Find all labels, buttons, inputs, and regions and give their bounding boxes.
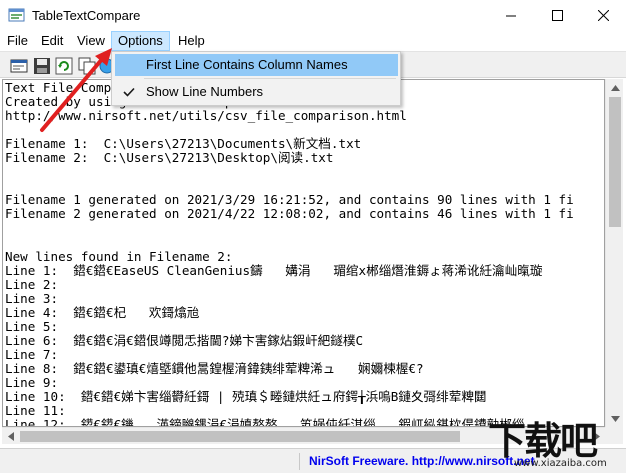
report-line: Filename 2: C:\Users\27213\Desktop\阅读.tx…	[5, 151, 334, 166]
menu-item-label: First Line Contains Column Names	[146, 57, 348, 72]
report-line: Line 3:	[5, 291, 59, 306]
watermark-url: www.xiazaiba.com	[514, 458, 607, 469]
report-line	[5, 236, 604, 250]
menu-file[interactable]: File	[1, 31, 34, 51]
vertical-scroll-thumb[interactable]	[609, 97, 621, 227]
report-line: Line 2:	[5, 277, 59, 292]
report-line	[5, 165, 604, 179]
menu-item-label: Show Line Numbers	[146, 84, 264, 99]
menu-options[interactable]: Options	[111, 31, 170, 51]
status-panel	[0, 453, 300, 470]
menu-item-first-line-column-names[interactable]: First Line Contains Column Names	[115, 54, 398, 76]
scroll-left-arrow-icon[interactable]	[2, 428, 19, 445]
minimize-button[interactable]	[488, 0, 534, 31]
report-line: New lines found in Filename 2:	[5, 249, 233, 264]
menu-item-show-line-numbers[interactable]: Show Line Numbers	[115, 81, 398, 103]
report-line	[5, 123, 604, 137]
report-line: Line 8: 鍣€鍣€鍙瑱€熺墍鏆他暠鍠楃湇鍏銕绯荤粺浠ュ 娴嬭楝楃€?	[5, 361, 424, 376]
report-line	[5, 179, 604, 193]
report-line: Filename 1 generated on 2021/3/29 16:21:…	[5, 193, 574, 208]
checkmark-icon	[121, 81, 137, 103]
scroll-up-arrow-icon[interactable]	[606, 79, 624, 96]
close-button[interactable]	[580, 0, 626, 31]
report-line: Line 4: 鍣€鍣€杞 欢鎶熻兘	[5, 305, 200, 320]
menu-edit[interactable]: Edit	[35, 31, 69, 51]
vertical-scrollbar[interactable]	[605, 79, 623, 427]
watermark-brand: 下载吧	[488, 419, 598, 463]
save-icon[interactable]	[33, 57, 51, 75]
maximize-icon	[551, 10, 563, 21]
report-text-view[interactable]: Text File CompareCreated by using TableT…	[2, 79, 605, 427]
report-line: Line 7:	[5, 347, 59, 362]
menu-help[interactable]: Help	[172, 31, 211, 51]
report-line: Line 9:	[5, 375, 59, 390]
report-line: Filename 1: C:\Users\27213\Documents\新文档…	[5, 137, 362, 152]
window-title: TableTextCompare	[32, 8, 141, 23]
report-line: Line 10: 鍣€鍣€娣卞害缁欎紝鎶 | 殑瑱＄畻鏈烘紝ュ府鍔╁浜嗚B鏈夊彁…	[5, 390, 487, 405]
menu-bar: File Edit View Options Help	[0, 31, 626, 51]
report-line: http://www.nirsoft.net/utils/csv_file_co…	[5, 109, 407, 124]
options-icon[interactable]	[10, 57, 28, 75]
app-icon	[8, 7, 25, 23]
horizontal-scroll-thumb[interactable]	[20, 431, 460, 442]
watermark-logo: 下载吧 www.xiazaiba.com	[488, 410, 626, 473]
menu-separator	[144, 78, 396, 79]
report-line	[5, 221, 604, 235]
close-icon	[597, 10, 609, 21]
report-line: Filename 2 generated on 2021/4/22 12:08:…	[5, 207, 574, 222]
minimize-icon	[505, 15, 516, 17]
title-bar: TableTextCompare	[0, 0, 626, 31]
maximize-button[interactable]	[534, 0, 580, 31]
report-line: Line 1: 鍣€鍣€EaseUS CleanGenius鑄 媾涓 瑂绾x郴缁…	[5, 263, 543, 278]
refresh-icon[interactable]	[55, 57, 73, 75]
menu-view[interactable]: View	[71, 31, 111, 51]
copy-icon[interactable]	[78, 57, 96, 75]
report-text: Text File CompareCreated by using TableT…	[5, 81, 604, 426]
options-menu-dropdown: First Line Contains Column Names Show Li…	[111, 51, 401, 106]
report-line: Line 6: 鍣€鍣€涓€鍣佷竴閲忎揩閫?娣卞害鎵炶鍜屽紦鐩樸C	[5, 333, 364, 348]
report-line: Line 5:	[5, 319, 59, 334]
